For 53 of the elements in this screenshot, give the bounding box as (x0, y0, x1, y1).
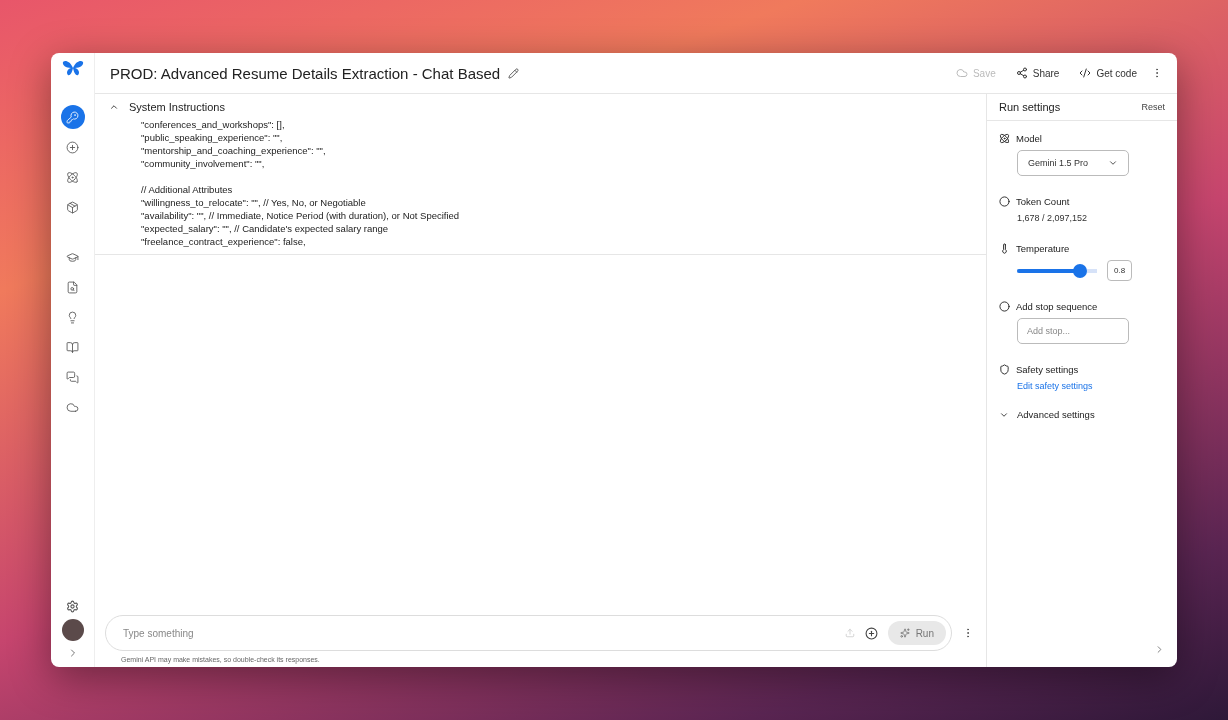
share-button[interactable]: Share (1009, 67, 1066, 79)
stop-sequence-field[interactable]: Add stop... (1017, 318, 1129, 344)
panel-title: Run settings (999, 101, 1061, 113)
key-button[interactable] (60, 105, 85, 129)
key-icon (66, 110, 79, 124)
code-line: "public_speaking_experience": "", (141, 131, 284, 144)
slider-thumb[interactable] (1073, 263, 1088, 278)
window-title: PROD: Advanced Resume Details Extraction - Chat Based (110, 64, 501, 82)
atom-icon (66, 170, 79, 184)
reset-button[interactable]: Reset (1141, 102, 1165, 112)
code-line: "mentorship_and_coaching_experience": "", (141, 144, 327, 157)
avatar[interactable] (61, 619, 84, 641)
book-icon (66, 340, 79, 354)
logo-icon (61, 59, 84, 77)
code-line: "conferences_and_workshops": [], (141, 118, 286, 131)
code-line: "community_involvement": "", (141, 157, 266, 170)
plus-circle-icon[interactable] (864, 626, 878, 640)
package-icon (66, 200, 79, 214)
sparkle-icon (899, 628, 910, 638)
code-line: "willingness_to_relocate": "", // Yes, No, or Negotiable (141, 196, 367, 209)
section-label: Token Count (1016, 196, 1070, 207)
token-count-value: 1,678 / 2,097,152 (1016, 213, 1089, 223)
chat-icon (66, 370, 79, 384)
document-search-icon (66, 280, 79, 294)
model-dropdown[interactable]: Gemini 1.5 Pro (1017, 150, 1129, 176)
code-line: "expected_salary": "", // Candidate's expected salary range (141, 222, 390, 235)
graduation-cap-icon (66, 250, 79, 264)
shield-icon (999, 364, 1010, 375)
get-code-icon (1079, 67, 1092, 79)
advanced-settings-toggle[interactable]: Advanced settings (999, 409, 1165, 420)
thermometer-icon (999, 243, 1010, 254)
run-button[interactable]: Run (887, 621, 946, 645)
section-label: Temperature (1016, 243, 1070, 254)
cloud-icon (66, 400, 79, 414)
caret-icon (1108, 158, 1118, 168)
atom-icon (999, 133, 1010, 144)
code-line: "freelance_contract_experience": false, (141, 235, 307, 248)
code-line: "availability": "", // Immediate, Notice Period (with duration), or Not Specified (141, 209, 461, 222)
lightbulb-icon (66, 310, 79, 324)
settings-icon[interactable] (66, 600, 79, 613)
plus-circle-icon (66, 140, 79, 154)
edit-safety-link[interactable]: Edit safety settings (999, 381, 1165, 391)
section-label: Add stop sequence (1016, 301, 1098, 312)
section-label: Safety settings (1016, 364, 1079, 375)
share-icon (1015, 67, 1028, 79)
code-line: // Additional Attributes (141, 183, 234, 196)
circle-icon (999, 301, 1010, 312)
system-instructions-toggle[interactable]: System Instructions (109, 101, 225, 113)
section-label: Model (1016, 133, 1042, 144)
chevron-up-icon (109, 102, 119, 112)
edit-icon[interactable] (508, 67, 520, 79)
temperature-value[interactable]: 0.8 (1107, 260, 1133, 281)
get-code-button[interactable]: Get code (1073, 67, 1143, 79)
